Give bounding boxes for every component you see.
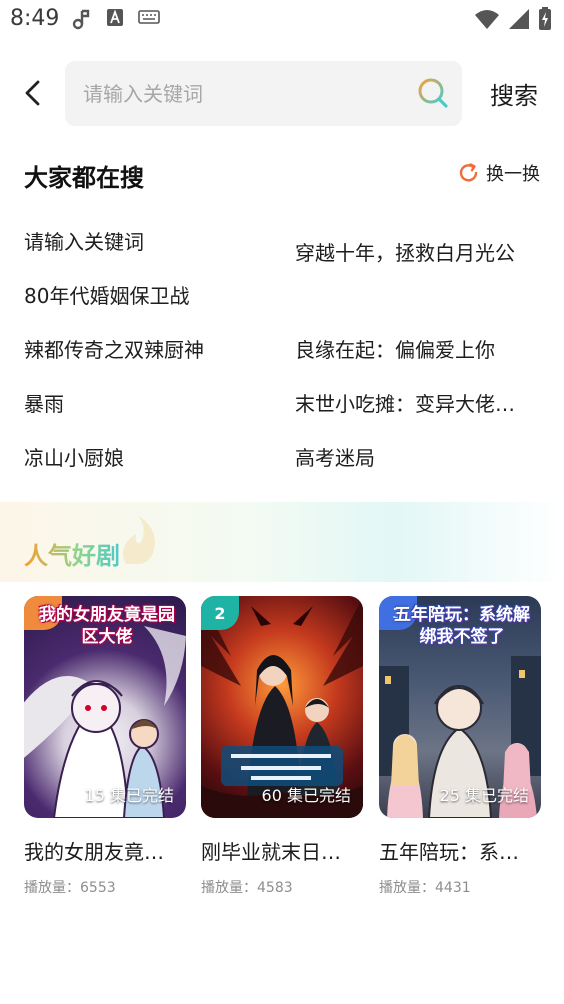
cellular-icon [509,9,529,29]
hot-search-title: 大家都在搜 [24,164,144,192]
status-time: 8:49 [10,6,60,31]
wifi-icon [475,10,499,29]
rank-badge: 2 [201,596,239,630]
hot-search-item[interactable]: 请输入关键词 [24,226,264,255]
hot-search-item[interactable]: 辣都传奇之双辣厨神 [24,334,264,363]
poster-title: 我的女朋友竟是园区大佬 [39,605,175,647]
search-icon[interactable] [416,76,450,110]
search-button[interactable]: 搜索 [490,76,538,111]
hot-search-item[interactable]: 穿越十年，拯救白月光公 [295,226,543,280]
drama-title[interactable]: 我的女朋友竟… [24,836,186,865]
flame-decoration-icon [123,516,156,564]
music-note-icon [72,9,90,30]
episode-count: 25 集已完结 [439,786,529,805]
play-count: 播放量：4431 [379,880,471,896]
refresh-icon [459,163,478,182]
hot-search-item[interactable]: 末世小吃摊：变异大佬… [295,388,535,417]
hot-search-item[interactable]: 80年代婚姻保卫战 [24,280,264,309]
search-input[interactable] [83,61,403,126]
drama-poster[interactable]: 2 60 集已完结 [201,596,363,818]
drama-card[interactable]: 2 60 集已完结 刚毕业就末日… 播放量：4583 [201,596,363,897]
hot-search-item[interactable]: 良缘在起：偏偏爱上你 [295,334,543,363]
drama-poster[interactable]: 1 我的女朋友竟是园区大佬 15 集已完结 [24,596,186,818]
play-count: 播放量：6553 [24,880,116,896]
hot-search-item[interactable]: 暴雨 [24,388,264,417]
battery-charging-icon [539,7,551,30]
episode-count: 60 集已完结 [261,786,351,805]
hot-search-item[interactable]: 凉山小厨娘 [24,442,264,471]
drama-title[interactable]: 刚毕业就末日… [201,836,363,865]
keyboard-icon [138,10,160,24]
chevron-left-icon [25,80,40,106]
hot-search-item[interactable]: 高考迷局 [295,442,535,471]
refresh-button[interactable]: 换一换 [458,160,540,186]
search-box[interactable] [65,61,462,126]
back-button[interactable] [16,74,48,112]
popular-title: 人气好剧 [24,536,120,571]
poster-title: 五年陪玩：系统解绑我不签了 [394,605,530,647]
drama-card[interactable]: 3 五年陪玩：系统解绑我不签了 25 集已完结 五年陪玩：系… 播放量：4431 [379,596,541,897]
refresh-label: 换一换 [486,164,540,185]
drama-card[interactable]: 1 我的女朋友竟是园区大佬 15 集已完结 我的女朋友竟… 播放量：6553 [24,596,186,897]
drama-title[interactable]: 五年陪玩：系… [379,836,541,865]
drama-poster[interactable]: 3 五年陪玩：系统解绑我不签了 25 集已完结 [379,596,541,818]
play-count: 播放量：4583 [201,880,293,896]
episode-count: 15 集已完结 [84,786,174,805]
status-bar: 8:49 [0,0,564,38]
app-a-icon [107,9,123,26]
